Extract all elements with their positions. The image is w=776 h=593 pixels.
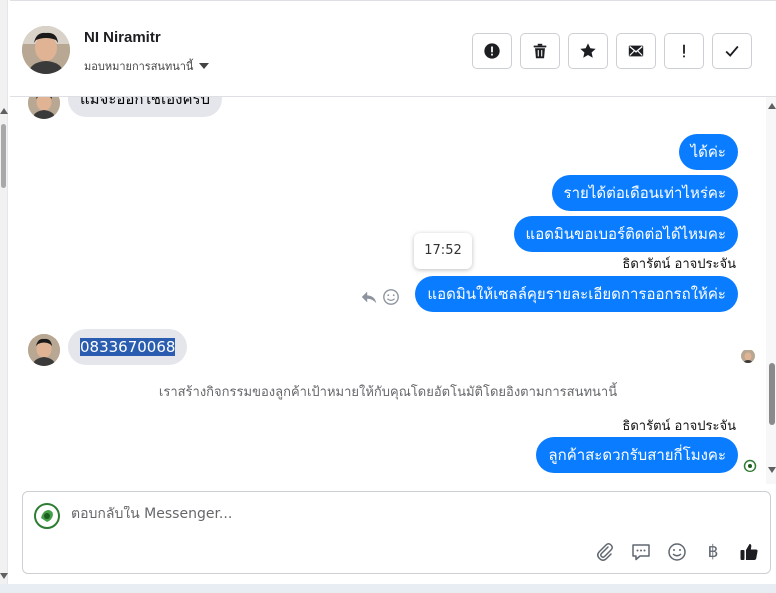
emoji-icon xyxy=(668,543,686,561)
sender-name: ธิดารัตน์ อาจประจัน xyxy=(622,419,736,434)
star-icon xyxy=(580,43,596,58)
assign-conversation-dropdown[interactable]: มอบหมายการสนทนานี้ xyxy=(84,57,210,75)
outgoing-message[interactable]: ลูกค้าสะดวกรับสายกี่โมงคะ xyxy=(536,437,738,473)
left-scrollbar[interactable] xyxy=(0,0,8,593)
seen-avatar xyxy=(741,349,755,363)
incoming-message[interactable]: 0833670068 xyxy=(68,329,188,365)
exclamation-icon xyxy=(683,44,685,58)
chat-scrollbar[interactable] xyxy=(766,97,776,484)
saved-reply-icon xyxy=(632,544,650,561)
sender-name: ธิดารัตน์ อาจประจัน xyxy=(622,257,736,272)
star-button[interactable] xyxy=(568,33,608,69)
timestamp-tooltip: 17:52 xyxy=(414,233,472,269)
outgoing-message[interactable]: รายได้ต่อเดือนเท่าไหร่คะ xyxy=(551,175,738,211)
scroll-up-arrow-icon[interactable] xyxy=(0,108,8,114)
payment-button[interactable]: ฿ xyxy=(702,541,724,563)
outgoing-message[interactable]: ได้ค่ะ xyxy=(678,134,738,170)
mark-done-button[interactable] xyxy=(712,33,752,69)
mark-spam-button[interactable] xyxy=(472,33,512,69)
system-notice: เราสร้างกิจกรรมของลูกค้าเป้าหมายให้กับคุ… xyxy=(158,385,618,400)
reply-composer: ฿ xyxy=(22,491,771,574)
attach-button[interactable] xyxy=(594,541,616,563)
delete-button[interactable] xyxy=(520,33,560,69)
caret-down-icon xyxy=(199,63,210,69)
conversation-header: NI Niramitr มอบหมายการสนทนานี้ xyxy=(10,0,776,97)
thumbs-up-icon xyxy=(740,544,758,560)
scroll-down-arrow-icon[interactable] xyxy=(0,573,8,579)
header-actions xyxy=(472,33,752,69)
contact-avatar-small[interactable] xyxy=(28,334,60,366)
scroll-thumb[interactable] xyxy=(1,124,6,188)
composer-tools: ฿ xyxy=(594,541,760,563)
emoji-button[interactable] xyxy=(666,541,688,563)
like-button[interactable] xyxy=(738,541,760,563)
scroll-up-arrow-icon[interactable] xyxy=(768,103,776,109)
react-emoji-icon[interactable] xyxy=(382,288,400,306)
selected-phone-number[interactable]: 0833670068 xyxy=(80,338,176,356)
trash-icon xyxy=(533,43,547,59)
page-seen-icon xyxy=(743,458,757,472)
outgoing-message[interactable]: แอดมินให้เซลล์คุยรายละเอียดการออกรถให้ค่… xyxy=(415,276,738,312)
contact-name[interactable]: NI Niramitr xyxy=(84,29,161,46)
bottom-strip xyxy=(0,584,776,593)
saved-replies-button[interactable] xyxy=(630,541,652,563)
contact-avatar[interactable] xyxy=(22,26,70,74)
message-hover-actions xyxy=(360,288,400,306)
outgoing-message[interactable]: แอดมินขอเบอร์ติดต่อได้ไหมคะ xyxy=(513,216,738,252)
baht-icon: ฿ xyxy=(707,542,719,562)
alert-circle-icon xyxy=(484,43,500,59)
message-list[interactable]: แม่จะออกใช้เองครับ ได้ค่ะ รายได้ต่อเดือน… xyxy=(10,97,766,484)
follow-up-button[interactable] xyxy=(664,33,704,69)
mark-unread-button[interactable] xyxy=(616,33,656,69)
reply-icon[interactable] xyxy=(360,288,378,306)
reply-input[interactable] xyxy=(71,506,571,522)
scroll-down-arrow-icon[interactable] xyxy=(768,467,776,473)
envelope-icon xyxy=(628,45,644,57)
scroll-thumb[interactable] xyxy=(769,363,775,425)
contact-avatar-small[interactable] xyxy=(28,97,60,119)
page-avatar xyxy=(33,502,61,530)
incoming-message[interactable]: แม่จะออกใช้เองครับ xyxy=(68,97,223,117)
paperclip-icon xyxy=(597,543,613,561)
assign-label: มอบหมายการสนทนานี้ xyxy=(84,60,194,73)
check-icon xyxy=(725,45,739,57)
